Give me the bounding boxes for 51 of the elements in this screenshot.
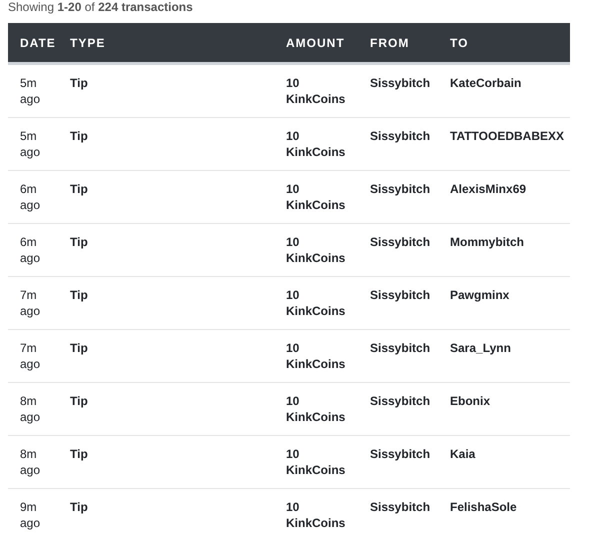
amount-cell: 10 KinkCoins <box>286 129 346 159</box>
sender-cell: Sissybitch <box>370 129 430 143</box>
date-cell: 8m ago <box>20 394 40 424</box>
sender-cell: Sissybitch <box>370 394 430 408</box>
recipient-cell: KateCorbain <box>450 76 522 90</box>
type-cell: Tip <box>70 447 88 461</box>
amount-cell: 10 KinkCoins <box>286 182 346 212</box>
amount-cell: 10 KinkCoins <box>286 235 346 265</box>
type-cell: Tip <box>70 129 88 143</box>
recipient-cell: Mommybitch <box>450 235 524 249</box>
amount-cell: 10 KinkCoins <box>286 500 346 530</box>
recipient-cell: Sara_Lynn <box>450 341 511 355</box>
type-cell: Tip <box>70 76 88 90</box>
amount-cell: 10 KinkCoins <box>286 447 346 477</box>
amount-cell: 10 KinkCoins <box>286 76 346 106</box>
recipient-cell: Pawgminx <box>450 288 510 302</box>
date-cell: 5m ago <box>20 129 40 159</box>
type-cell: Tip <box>70 394 88 408</box>
sender-cell: Sissybitch <box>370 341 430 355</box>
sender-cell: Sissybitch <box>370 447 430 461</box>
type-cell: Tip <box>70 341 88 355</box>
date-cell: 6m ago <box>20 235 40 265</box>
recipient-cell: TATTOOEDBABEXX <box>450 129 564 143</box>
amount-cell: 10 KinkCoins <box>286 288 346 318</box>
results-summary: Showing 1-20 of 224 transactions <box>8 0 194 14</box>
sender-cell: Sissybitch <box>370 182 430 196</box>
recipient-cell: AlexisMinx69 <box>450 182 526 196</box>
recipient-cell: Kaia <box>450 447 476 461</box>
type-cell: Tip <box>70 235 88 249</box>
sender-cell: Sissybitch <box>370 288 430 302</box>
column-header: FROM <box>358 23 438 64</box>
sender-cell: Sissybitch <box>370 235 430 249</box>
date-cell: 8m ago <box>20 447 40 477</box>
date-cell: 9m ago <box>20 500 40 530</box>
date-cell: 6m ago <box>20 182 40 212</box>
type-cell: Tip <box>70 288 88 302</box>
recipient-cell: Ebonix <box>450 394 490 408</box>
amount-cell: 10 KinkCoins <box>286 341 346 371</box>
date-cell: 7m ago <box>20 288 40 318</box>
type-cell: Tip <box>70 500 88 514</box>
sender-cell: Sissybitch <box>370 76 430 90</box>
column-header: TO <box>438 23 570 64</box>
amount-cell: 10 KinkCoins <box>286 394 346 424</box>
column-header: TYPE <box>58 23 274 64</box>
column-header: DATE <box>8 23 58 64</box>
date-cell: 5m ago <box>20 76 40 106</box>
type-cell: Tip <box>70 182 88 196</box>
recipient-cell: FelishaSole <box>450 500 517 514</box>
column-header: AMOUNT <box>274 23 358 64</box>
sender-cell: Sissybitch <box>370 500 430 514</box>
date-cell: 7m ago <box>20 341 40 371</box>
